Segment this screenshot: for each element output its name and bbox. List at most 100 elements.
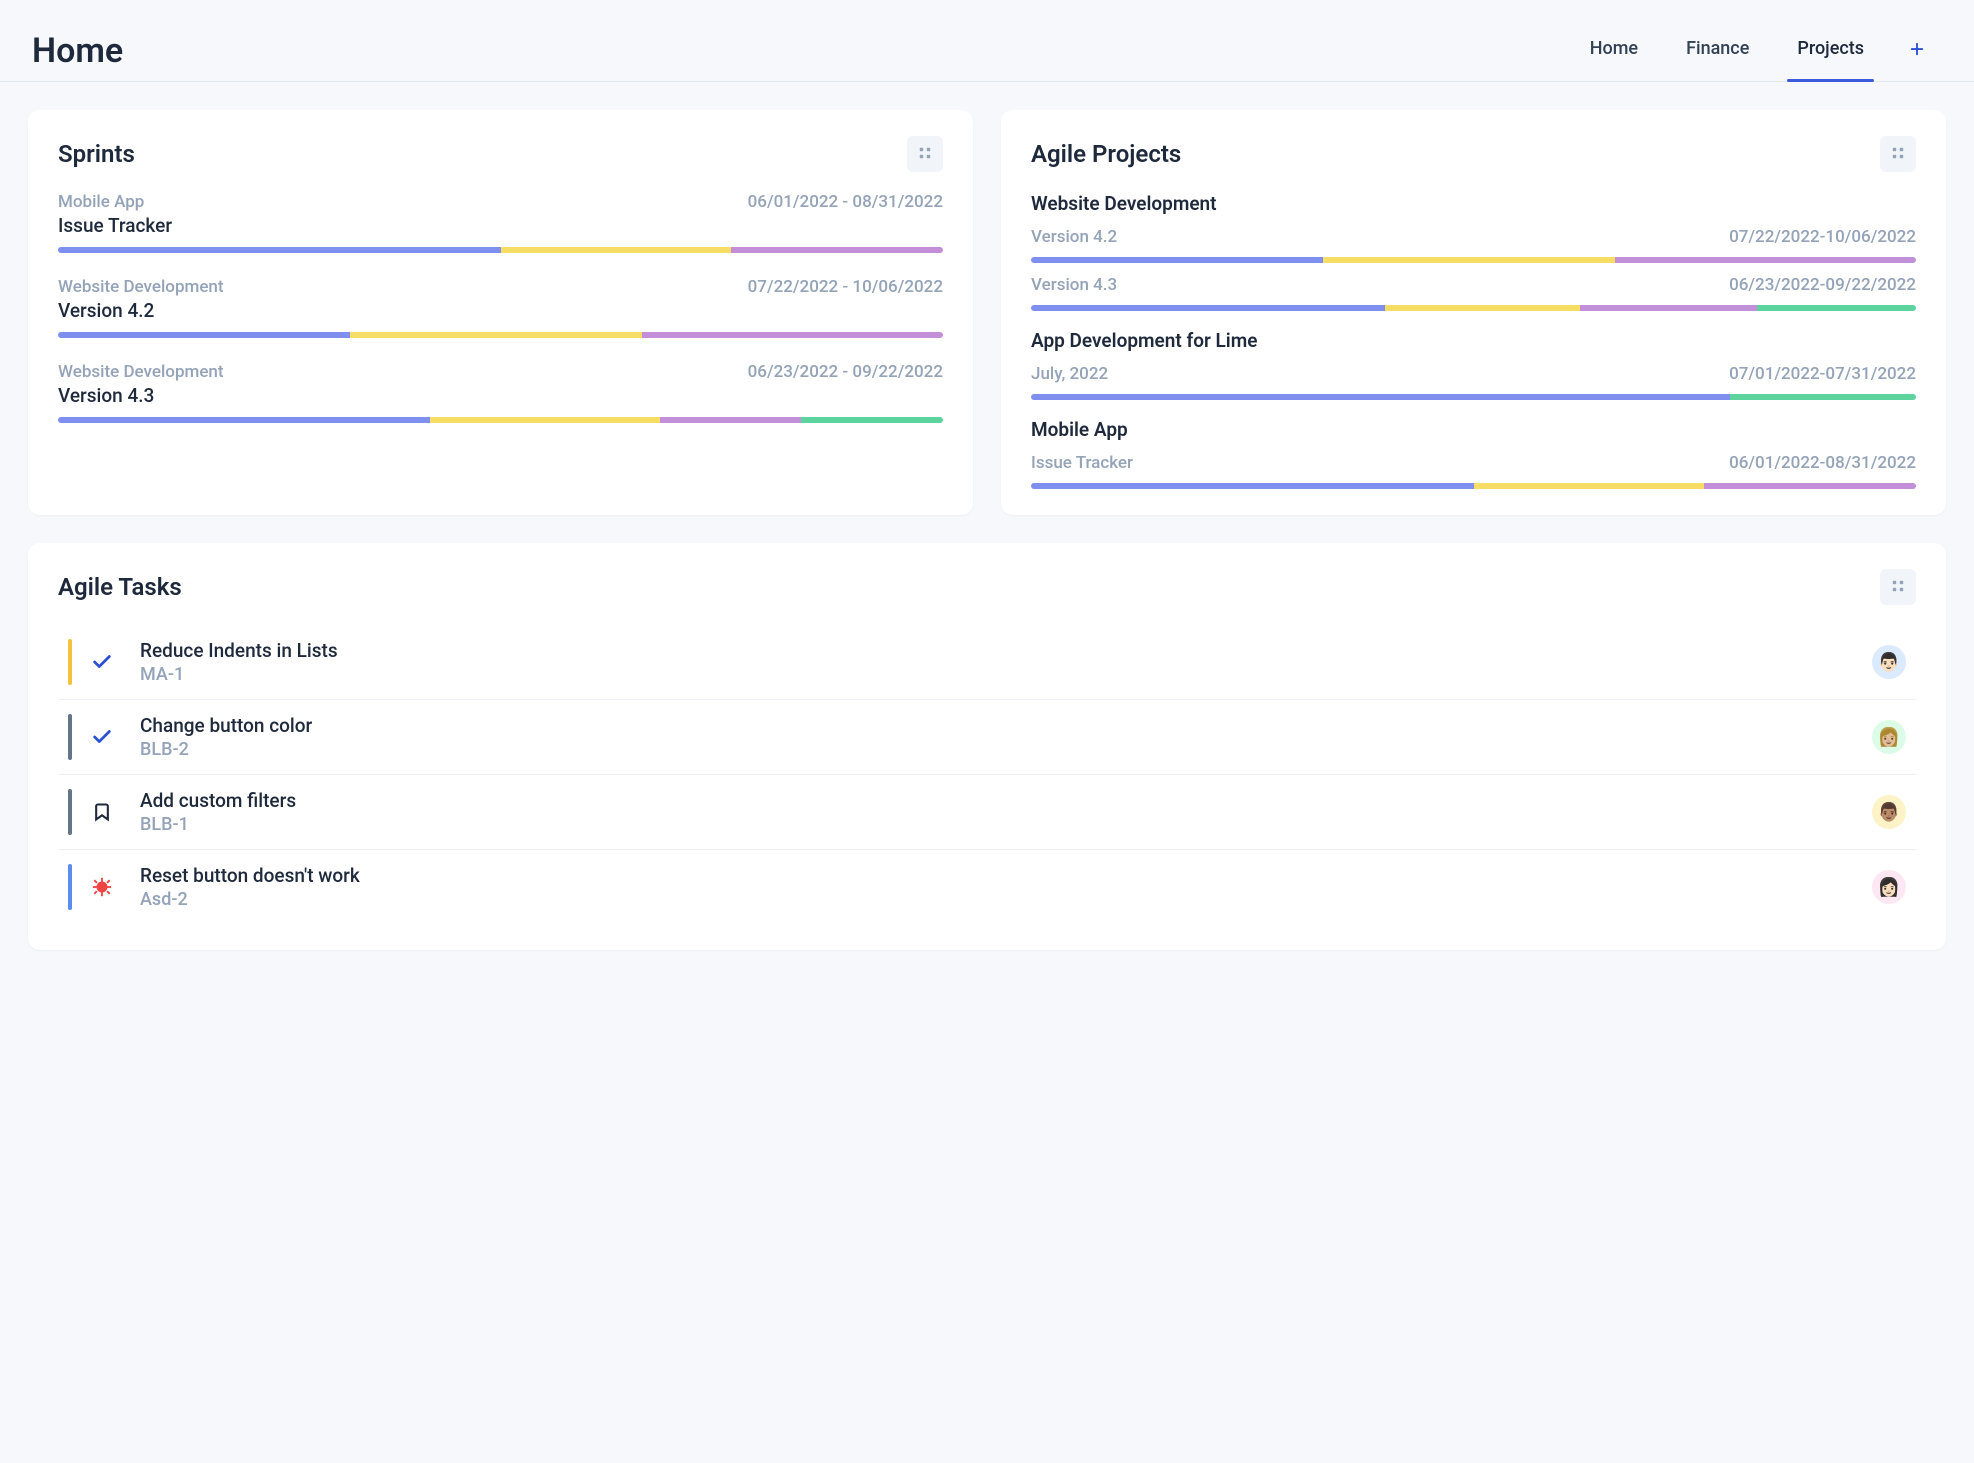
sprint-item[interactable]: Website Development 07/22/2022 - 10/06/20…	[58, 277, 943, 338]
task-row[interactable]: Change button colorBLB-2👩🏼	[58, 700, 1916, 775]
progress-segment	[660, 417, 802, 423]
task-row[interactable]: Reduce Indents in ListsMA-1👨🏻	[58, 625, 1916, 700]
assignee-avatar[interactable]: 👩🏼	[1872, 720, 1906, 754]
grip-handle[interactable]	[1880, 136, 1916, 172]
add-tab-button[interactable]	[1892, 28, 1942, 74]
sprint-project: Website Development	[58, 277, 224, 297]
check-icon	[88, 651, 116, 673]
task-body: Change button colorBLB-2	[140, 714, 1872, 760]
progress-segment	[58, 332, 350, 338]
sprint-item[interactable]: Website Development06/23/2022 - 09/22/20…	[58, 362, 943, 423]
progress-segment	[1031, 394, 1730, 400]
agile-version-dates: 07/01/2022-07/31/2022	[1729, 364, 1916, 384]
progress-segment	[58, 417, 430, 423]
sprint-header: Website Development06/23/2022 - 09/22/20…	[58, 362, 943, 382]
sprint-name: Issue Tracker	[58, 214, 943, 237]
sprints-card: Sprints Mobile App06/01/2022 - 08/31/202…	[28, 110, 973, 515]
progress-bar	[58, 332, 943, 338]
task-body: Reduce Indents in ListsMA-1	[140, 639, 1872, 685]
agile-version-name: Version 4.2	[1031, 227, 1117, 247]
task-title: Reset button doesn't work	[140, 864, 1872, 887]
agile-tasks-title: Agile Tasks	[58, 573, 182, 601]
progress-bar	[1031, 483, 1916, 489]
bug-icon	[88, 876, 116, 898]
agile-version-row[interactable]: July, 202207/01/2022-07/31/2022	[1031, 364, 1916, 384]
progress-segment	[1580, 305, 1757, 311]
grip-icon	[918, 145, 932, 164]
tabs: Home Finance Projects	[1570, 20, 1942, 81]
progress-segment	[1323, 257, 1615, 263]
task-row[interactable]: Reset button doesn't workAsd-2👩🏻	[58, 850, 1916, 924]
agile-version-row[interactable]: Version 4.2 07/22/2022-10/06/2022	[1031, 227, 1916, 247]
task-priority-bar	[68, 789, 72, 835]
progress-bar	[1031, 305, 1916, 311]
progress-segment	[350, 332, 642, 338]
assignee-avatar[interactable]: 👩🏻	[1872, 870, 1906, 904]
sprint-item[interactable]: Mobile App06/01/2022 - 08/31/2022Issue T…	[58, 192, 943, 253]
bookmark-icon	[88, 802, 116, 822]
grip-icon	[1891, 145, 1905, 164]
task-id: Asd-2	[140, 889, 1872, 910]
agile-project-group: Mobile App Issue Tracker06/01/2022-08/31/…	[1031, 418, 1916, 489]
progress-bar	[58, 247, 943, 253]
progress-bar	[1031, 257, 1916, 263]
sprint-name: Version 4.2	[58, 299, 943, 322]
tab-home[interactable]: Home	[1570, 20, 1658, 81]
task-body: Add custom filtersBLB-1	[140, 789, 1872, 835]
agile-projects-title: Agile Projects	[1031, 140, 1181, 168]
plus-icon	[1908, 40, 1926, 62]
sprint-project: Website Development	[58, 362, 224, 382]
progress-segment	[1615, 257, 1916, 263]
progress-segment	[1704, 483, 1916, 489]
agile-project-group: App Development for Lime July, 202207/01/…	[1031, 329, 1916, 400]
task-id: BLB-2	[140, 739, 1872, 760]
sprints-list: Mobile App06/01/2022 - 08/31/2022Issue T…	[58, 192, 943, 423]
card-header: Sprints	[58, 136, 943, 172]
progress-segment	[1031, 257, 1323, 263]
agile-version-dates: 07/22/2022-10/06/2022	[1729, 227, 1916, 247]
sprint-dates: 07/22/2022 - 10/06/2022	[748, 277, 943, 297]
agile-project-group: Website Development Version 4.2 07/22/2022…	[1031, 192, 1916, 311]
grip-handle[interactable]	[1880, 569, 1916, 605]
agile-version-name: Version 4.3	[1031, 275, 1117, 295]
progress-segment	[1730, 394, 1916, 400]
agile-version-dates: 06/23/2022-09/22/2022	[1729, 275, 1916, 295]
tab-finance[interactable]: Finance	[1666, 20, 1769, 81]
task-priority-bar	[68, 639, 72, 685]
task-title: Add custom filters	[140, 789, 1872, 812]
agile-project-title: Mobile App	[1031, 418, 1916, 441]
progress-segment	[1385, 305, 1580, 311]
task-row[interactable]: Add custom filtersBLB-1👨🏽	[58, 775, 1916, 850]
task-body: Reset button doesn't workAsd-2	[140, 864, 1872, 910]
agile-tasks-card: Agile Tasks Reduce Indents in ListsMA-1👨…	[28, 543, 1946, 950]
card-header: Agile Projects	[1031, 136, 1916, 172]
task-title: Reduce Indents in Lists	[140, 639, 1872, 662]
progress-segment	[430, 417, 660, 423]
progress-bar	[58, 417, 943, 423]
assignee-avatar[interactable]: 👨🏽	[1872, 795, 1906, 829]
check-icon	[88, 726, 116, 748]
sprint-header: Mobile App06/01/2022 - 08/31/2022	[58, 192, 943, 212]
agile-version-row[interactable]: Version 4.3 06/23/2022-09/22/2022	[1031, 275, 1916, 295]
agile-version-name: Issue Tracker	[1031, 453, 1133, 473]
progress-segment	[1031, 483, 1474, 489]
task-title: Change button color	[140, 714, 1872, 737]
card-header: Agile Tasks	[58, 569, 1916, 605]
progress-segment	[1474, 483, 1704, 489]
agile-projects-card: Agile Projects Website Development Versio…	[1001, 110, 1946, 515]
sprint-dates: 06/01/2022 - 08/31/2022	[748, 192, 943, 212]
agile-project-title: App Development for Lime	[1031, 329, 1916, 352]
assignee-avatar[interactable]: 👨🏻	[1872, 645, 1906, 679]
agile-project-title: Website Development	[1031, 192, 1916, 215]
agile-version-row[interactable]: Issue Tracker06/01/2022-08/31/2022	[1031, 453, 1916, 473]
task-priority-bar	[68, 714, 72, 760]
agile-projects-list: Website Development Version 4.2 07/22/2022…	[1031, 192, 1916, 489]
grip-handle[interactable]	[907, 136, 943, 172]
sprints-title: Sprints	[58, 140, 135, 168]
tasks-list: Reduce Indents in ListsMA-1👨🏻Change butt…	[58, 625, 1916, 924]
progress-segment	[801, 417, 943, 423]
task-id: MA-1	[140, 664, 1872, 685]
progress-segment	[58, 247, 501, 253]
tab-projects[interactable]: Projects	[1777, 20, 1884, 81]
progress-segment	[731, 247, 943, 253]
